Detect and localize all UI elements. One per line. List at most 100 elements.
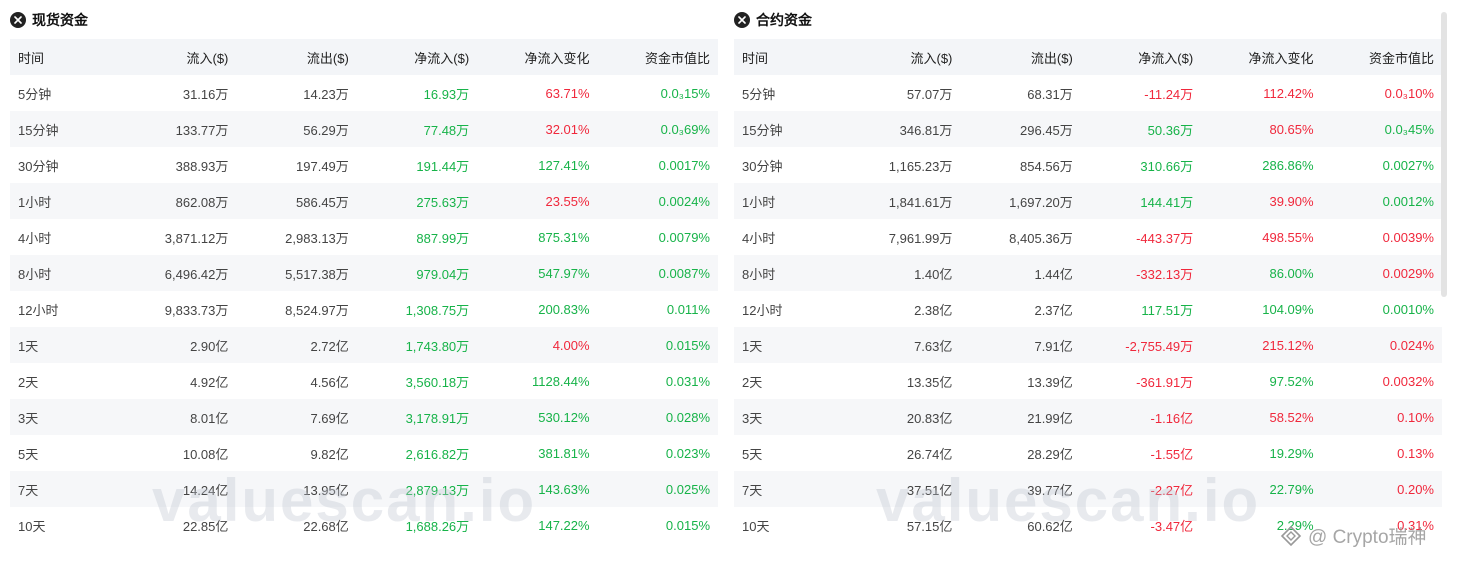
net-change-cell: 104.09%: [1262, 301, 1314, 317]
column-header-net-inflow: 净流入($): [356, 39, 478, 75]
net-change-cell: 547.97%: [477, 255, 598, 291]
table-row[interactable]: 1小时 862.08万 586.45万 275.63万 23.55% 0.0024%: [10, 183, 718, 219]
table-header-row: 时间 流入($) 流出($) 净流入($) 净流入变化 资金市值比: [10, 39, 718, 75]
table-row[interactable]: 4小时 3,871.12万 2,983.13万 887.99万 875.31% 0.007…: [10, 219, 718, 255]
table-row[interactable]: 30分钟 388.93万 197.49万 191.44万 127.41% 0.0017%: [10, 147, 718, 183]
time-cell: 1小时: [10, 183, 116, 219]
net-inflow-cell: 979.04万: [356, 255, 478, 291]
table-row[interactable]: 12小时 2.38亿 2.37亿 117.51万 104.09% 0.0010%: [734, 291, 1442, 327]
close-circle-icon[interactable]: [734, 12, 750, 28]
scrollbar[interactable]: [1441, 12, 1447, 297]
inflow-cell: 1.40亿: [840, 255, 961, 291]
spot-funds-title: 现货资金: [32, 12, 88, 28]
table-row[interactable]: 3天 8.01亿 7.69亿 3,178.91万 530.12% 0.028%: [10, 399, 718, 435]
time-cell: 1天: [734, 327, 840, 363]
net-inflow-cell: 77.48万: [356, 111, 478, 147]
outflow-cell: 13.39亿: [1027, 374, 1073, 390]
time-cell: 5分钟: [18, 86, 52, 102]
time-cell: 30分钟: [742, 158, 783, 174]
outflow-cell: 28.29亿: [1027, 446, 1073, 462]
net-inflow-cell: 3,178.91万: [356, 399, 478, 435]
time-cell: 12小时: [18, 302, 59, 318]
column-header-cap-ratio: 资金市值比: [597, 39, 718, 75]
inflow-cell: 4.92亿: [190, 374, 229, 390]
cap-ratio-cell: 0.015%: [665, 517, 710, 533]
time-cell: 8小时: [734, 255, 840, 291]
table-row[interactable]: 15分钟 133.77万 56.29万 77.48万 32.01% 0.0₃69%: [10, 111, 718, 147]
table-row[interactable]: 10天 22.85亿 22.68亿 1,688.26万 147.22% 0.015%: [10, 507, 718, 543]
outflow-cell: 854.56万: [1020, 158, 1073, 174]
net-inflow-cell: 275.63万: [356, 183, 478, 219]
net-change-cell: 498.55%: [1262, 229, 1314, 245]
column-header-cap-ratio: 资金市值比: [1321, 39, 1442, 75]
cap-ratio-cell: 0.028%: [597, 399, 718, 435]
net-change-cell: 97.52%: [1269, 373, 1314, 389]
time-cell: 3天: [734, 399, 840, 435]
table-row[interactable]: 4小时 7,961.99万 8,405.36万 -443.37万 498.55% 0.00…: [734, 219, 1442, 255]
spot-funds-table: 时间 流入($) 流出($) 净流入($) 净流入变化 资金市值比 5分钟 31.…: [10, 39, 718, 543]
time-cell: 30分钟: [18, 158, 59, 174]
outflow-cell: 2.72亿: [236, 327, 357, 363]
net-inflow-cell: -332.13万: [1080, 255, 1202, 291]
net-change-cell: 39.90%: [1201, 183, 1322, 219]
net-inflow-cell: 1,688.26万: [405, 518, 470, 534]
table-row[interactable]: 8小时 6,496.42万 5,517.38万 979.04万 547.97% 0.008…: [10, 255, 718, 291]
table-row[interactable]: 1小时 1,841.61万 1,697.20万 144.41万 39.90% 0.0012…: [734, 183, 1442, 219]
cap-ratio-cell: 0.0029%: [1321, 255, 1442, 291]
table-row[interactable]: 1天 2.90亿 2.72亿 1,743.80万 4.00% 0.015%: [10, 327, 718, 363]
net-inflow-cell: 887.99万: [416, 230, 470, 246]
net-inflow-cell: 310.66万: [1140, 158, 1194, 174]
inflow-cell: 26.74亿: [906, 446, 953, 462]
table-row[interactable]: 8小时 1.40亿 1.44亿 -332.13万 86.00% 0.0029%: [734, 255, 1442, 291]
table-row[interactable]: 1天 7.63亿 7.91亿 -2,755.49万 215.12% 0.024%: [734, 327, 1442, 363]
table-row[interactable]: 10天 57.15亿 60.62亿 -3.47亿 2.29% 0.31%: [734, 507, 1442, 543]
table-row[interactable]: 7天 14.24亿 13.95亿 2,879.13万 143.63% 0.025%: [10, 471, 718, 507]
table-row[interactable]: 2天 4.92亿 4.56亿 3,560.18万 1128.44% 0.031%: [10, 363, 718, 399]
time-cell: 8小时: [10, 255, 116, 291]
inflow-cell: 37.51亿: [840, 471, 961, 507]
inflow-cell: 57.07万: [906, 86, 953, 102]
table-row[interactable]: 3天 20.83亿 21.99亿 -1.16亿 58.52% 0.10%: [734, 399, 1442, 435]
net-change-cell: 147.22%: [538, 517, 590, 533]
table-row[interactable]: 7天 37.51亿 39.77亿 -2.27亿 22.79% 0.20%: [734, 471, 1442, 507]
net-inflow-cell: 144.41万: [1080, 183, 1202, 219]
net-inflow-cell: -1.55亿: [1150, 446, 1194, 462]
cap-ratio-cell: 0.0₃10%: [1384, 85, 1434, 101]
cap-ratio-cell: 0.0012%: [1321, 183, 1442, 219]
net-inflow-cell: 3,560.18万: [405, 374, 470, 390]
net-change-cell: 286.86%: [1262, 157, 1314, 173]
table-row[interactable]: 5分钟 57.07万 68.31万 -11.24万 112.42% 0.0₃10%: [734, 75, 1442, 111]
outflow-cell: 586.45万: [236, 183, 357, 219]
table-row[interactable]: 5天 26.74亿 28.29亿 -1.55亿 19.29% 0.13%: [734, 435, 1442, 471]
column-header-inflow: 流入($): [840, 39, 961, 75]
time-cell: 3天: [10, 399, 116, 435]
inflow-cell: 8.01亿: [116, 399, 237, 435]
time-cell: 7天: [734, 471, 840, 507]
table-row[interactable]: 30分钟 1,165.23万 854.56万 310.66万 286.86% 0.0027…: [734, 147, 1442, 183]
net-change-cell: 58.52%: [1201, 399, 1322, 435]
time-cell: 1天: [10, 327, 116, 363]
table-row[interactable]: 5天 10.08亿 9.82亿 2,616.82万 381.81% 0.023%: [10, 435, 718, 471]
net-inflow-cell: 117.51万: [1141, 302, 1194, 318]
cap-ratio-cell: 0.0₃15%: [660, 85, 710, 101]
net-change-cell: 530.12%: [477, 399, 598, 435]
time-cell: 10天: [18, 518, 46, 534]
net-change-cell: 112.42%: [1263, 85, 1314, 101]
table-row[interactable]: 2天 13.35亿 13.39亿 -361.91万 97.52% 0.0032%: [734, 363, 1442, 399]
outflow-cell: 56.29万: [236, 111, 357, 147]
cap-ratio-cell: 0.0024%: [597, 183, 718, 219]
table-row[interactable]: 12小时 9,833.73万 8,524.97万 1,308.75万 200.83% 0.…: [10, 291, 718, 327]
inflow-cell: 31.16万: [182, 86, 229, 102]
inflow-cell: 7,961.99万: [888, 230, 953, 246]
column-header-outflow: 流出($): [960, 39, 1081, 75]
time-cell: 4小时: [742, 230, 776, 246]
inflow-cell: 13.35亿: [906, 374, 953, 390]
cap-ratio-cell: 0.015%: [597, 327, 718, 363]
inflow-cell: 10.08亿: [182, 446, 229, 462]
time-cell: 2天: [742, 374, 763, 390]
table-row[interactable]: 5分钟 31.16万 14.23万 16.93万 63.71% 0.0₃15%: [10, 75, 718, 111]
table-row[interactable]: 15分钟 346.81万 296.45万 50.36万 80.65% 0.0₃45%: [734, 111, 1442, 147]
outflow-cell: 13.95亿: [236, 471, 357, 507]
close-circle-icon[interactable]: [10, 12, 26, 28]
column-header-net-inflow: 净流入($): [1080, 39, 1202, 75]
